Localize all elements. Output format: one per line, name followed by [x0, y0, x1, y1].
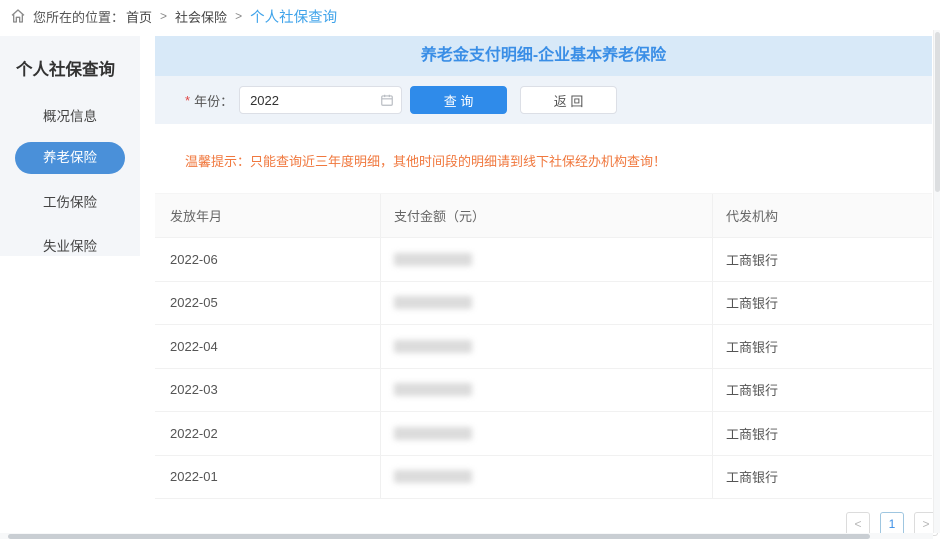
- sidebar-item-overview[interactable]: 概况信息: [0, 102, 140, 132]
- breadcrumb-item-home[interactable]: 首页: [126, 7, 152, 26]
- query-button[interactable]: 查 询: [410, 86, 507, 114]
- horizontal-scrollbar[interactable]: [0, 533, 933, 539]
- cell-bank: 工商银行: [712, 456, 932, 499]
- sidebar-menu: 概况信息 养老保险 工伤保险 失业保险: [0, 102, 140, 262]
- main-content: 养老金支付明细-企业基本养老保险 * 年份： 查 询 返 回 温馨提示：只能查询…: [155, 36, 932, 499]
- horizontal-scrollbar-thumb[interactable]: [8, 534, 870, 539]
- notice-text: 温馨提示：只能查询近三年度明细，其他时间段的明细请到线下社保经办机构查询！: [155, 151, 932, 170]
- redacted-amount: [394, 253, 472, 266]
- cell-month: 2022-06: [155, 238, 380, 281]
- cell-amount-redacted: [380, 456, 712, 499]
- sidebar: 个人社保查询 概况信息 养老保险 工伤保险 失业保险: [0, 36, 140, 256]
- table-row: 2022-06 工商银行: [155, 238, 932, 282]
- payment-table: 发放年月 支付金额（元） 代发机构 2022-06 工商银行 2022-05 工…: [155, 193, 932, 499]
- cell-amount-redacted: [380, 412, 712, 455]
- vertical-scrollbar-thumb[interactable]: [935, 32, 940, 192]
- header-bank: 代发机构: [712, 194, 932, 237]
- redacted-amount: [394, 296, 472, 309]
- query-form: * 年份： 查 询 返 回: [155, 76, 932, 124]
- sidebar-title: 个人社保查询: [0, 36, 140, 80]
- back-button[interactable]: 返 回: [520, 86, 617, 114]
- table-row: 2022-01 工商银行: [155, 456, 932, 500]
- cell-bank: 工商银行: [712, 282, 932, 325]
- breadcrumb-location-label: 您所在的位置：: [33, 7, 124, 26]
- breadcrumb-item-current: 个人社保查询: [250, 6, 337, 27]
- cell-amount-redacted: [380, 282, 712, 325]
- sidebar-item-work-injury[interactable]: 工伤保险: [0, 188, 140, 218]
- cell-amount-redacted: [380, 238, 712, 281]
- table-row: 2022-05 工商银行: [155, 282, 932, 326]
- table-row: 2022-04 工商银行: [155, 325, 932, 369]
- sidebar-item-pension-active[interactable]: 养老保险: [15, 142, 125, 174]
- calendar-icon[interactable]: [380, 93, 394, 112]
- redacted-amount: [394, 340, 472, 353]
- cell-amount-redacted: [380, 325, 712, 368]
- header-month: 发放年月: [155, 194, 380, 237]
- redacted-amount: [394, 470, 472, 483]
- home-icon: [10, 8, 26, 24]
- vertical-scrollbar[interactable]: [933, 30, 940, 533]
- breadcrumb-item-social-insurance[interactable]: 社会保险: [175, 7, 227, 26]
- year-label: 年份：: [194, 91, 233, 110]
- required-mark: *: [185, 93, 190, 108]
- cell-month: 2022-01: [155, 456, 380, 499]
- page: 您所在的位置： 首页 > 社会保险 > 个人社保查询 个人社保查询 概况信息 养…: [0, 0, 940, 539]
- breadcrumb: 您所在的位置： 首页 > 社会保险 > 个人社保查询: [0, 0, 940, 32]
- breadcrumb-separator: >: [160, 9, 167, 23]
- cell-bank: 工商银行: [712, 238, 932, 281]
- cell-month: 2022-05: [155, 282, 380, 325]
- cell-month: 2022-03: [155, 369, 380, 412]
- breadcrumb-separator: >: [235, 9, 242, 23]
- cell-month: 2022-02: [155, 412, 380, 455]
- table-row: 2022-03 工商银行: [155, 369, 932, 413]
- cell-bank: 工商银行: [712, 369, 932, 412]
- cell-bank: 工商银行: [712, 325, 932, 368]
- cell-bank: 工商银行: [712, 412, 932, 455]
- cell-month: 2022-04: [155, 325, 380, 368]
- table-header-row: 发放年月 支付金额（元） 代发机构: [155, 194, 932, 238]
- cell-amount-redacted: [380, 369, 712, 412]
- table-row: 2022-02 工商银行: [155, 412, 932, 456]
- redacted-amount: [394, 427, 472, 440]
- header-amount: 支付金额（元）: [380, 194, 712, 237]
- year-input[interactable]: [239, 86, 402, 114]
- page-title: 养老金支付明细-企业基本养老保险: [155, 36, 932, 76]
- redacted-amount: [394, 383, 472, 396]
- year-field-wrap: [239, 86, 402, 114]
- sidebar-item-unemployment[interactable]: 失业保险: [0, 232, 140, 262]
